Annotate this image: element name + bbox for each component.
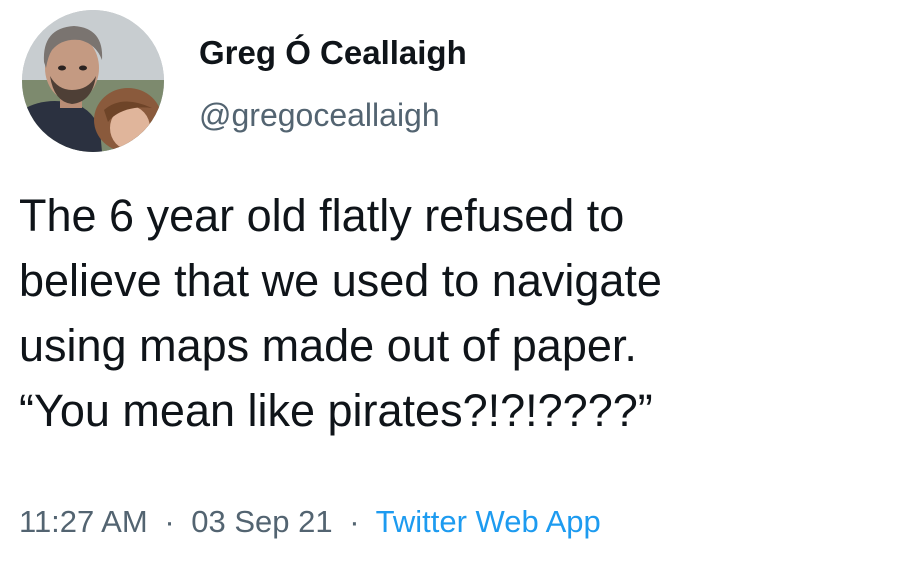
meta-separator: · (349, 504, 360, 539)
tweet-time[interactable]: 11:27 AM (19, 504, 148, 539)
tweet-text-line: “You mean like pirates?!?!????” (19, 385, 653, 436)
display-name[interactable]: Greg Ó Ceallaigh (199, 33, 467, 73)
tweet-date[interactable]: 03 Sep 21 (191, 504, 332, 539)
tweet-text-line: using maps made out of paper. (19, 320, 637, 371)
tweet-card: Greg Ó Ceallaigh @gregoceallaigh The 6 y… (0, 0, 901, 562)
tweet-text-line: The 6 year old flatly refused to (19, 190, 625, 241)
avatar[interactable] (22, 10, 164, 152)
tweet-text: The 6 year old flatly refused to believe… (19, 183, 889, 443)
tweet-meta: 11:27 AM · 03 Sep 21 · Twitter Web App (19, 502, 601, 542)
tweet-source-link[interactable]: Twitter Web App (376, 504, 601, 539)
tweet-text-line: believe that we used to navigate (19, 255, 662, 306)
avatar-photo (22, 10, 164, 152)
meta-separator: · (164, 504, 175, 539)
user-handle[interactable]: @gregoceallaigh (199, 95, 440, 135)
